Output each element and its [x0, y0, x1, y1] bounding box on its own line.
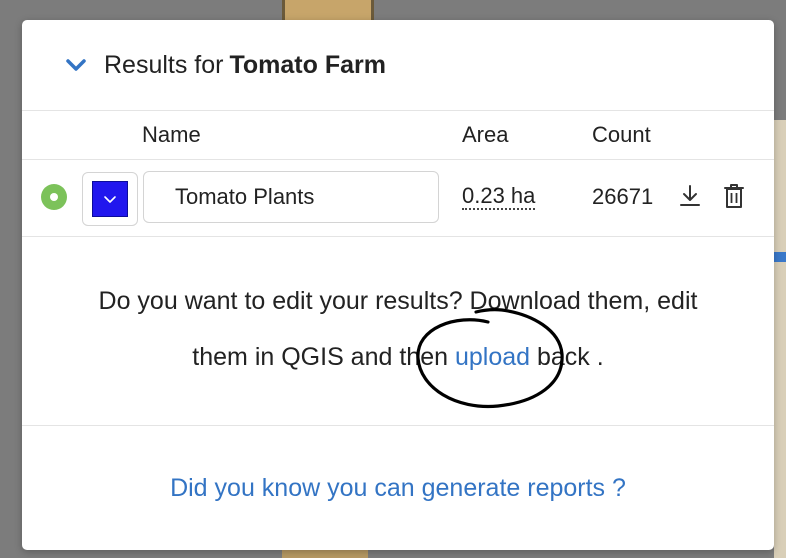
collapse-button[interactable]: [62, 51, 90, 79]
info-line-2-prefix: them in QGIS and then: [192, 343, 455, 371]
panel-header: Results for Tomato Farm: [22, 20, 774, 111]
map-background-right: [774, 120, 786, 558]
result-name-input[interactable]: [143, 171, 439, 223]
status-dot-center: [50, 193, 58, 201]
count-value: 26671: [592, 184, 654, 209]
trash-icon: [724, 184, 744, 208]
table-row: 0.23 ha 26671: [22, 160, 774, 237]
panel-title: Results for Tomato Farm: [104, 51, 386, 80]
chevron-down-icon: [104, 195, 116, 203]
info-line-1: Do you want to edit your results? Downlo…: [98, 287, 698, 315]
info-line-2: them in QGIS and then upload back .: [22, 339, 774, 375]
column-header-count: Count: [592, 122, 651, 147]
chevron-down-icon: [66, 59, 86, 71]
panel-title-prefix: Results for: [104, 50, 224, 79]
map-background-top: [282, 0, 374, 20]
column-header-area: Area: [462, 122, 509, 147]
tip-text: Did you know you can generate reports ?: [22, 474, 774, 503]
color-swatch: [92, 181, 128, 217]
area-value[interactable]: 0.23 ha: [462, 184, 536, 210]
color-picker-button[interactable]: [82, 172, 138, 226]
project-name: Tomato Farm: [229, 50, 386, 79]
generate-reports-link[interactable]: Did you know you can generate reports ?: [170, 474, 626, 502]
map-background-marker: [774, 252, 786, 262]
results-panel: Results forTomato Farm Name Area Count 0…: [22, 20, 774, 550]
column-header-name: Name: [142, 122, 201, 147]
upload-link[interactable]: upload: [455, 343, 530, 371]
download-icon: [680, 185, 700, 206]
status-indicator[interactable]: [41, 184, 67, 210]
tip-section: Did you know you can generate reports ?: [22, 426, 774, 546]
table-header: Name Area Count: [22, 111, 774, 160]
download-button[interactable]: [675, 180, 705, 212]
edit-info-message: Do you want to edit your results? Downlo…: [22, 237, 774, 426]
info-line-2-suffix: back .: [530, 343, 604, 371]
map-background-bottom: [282, 550, 368, 558]
delete-button[interactable]: [719, 180, 749, 212]
